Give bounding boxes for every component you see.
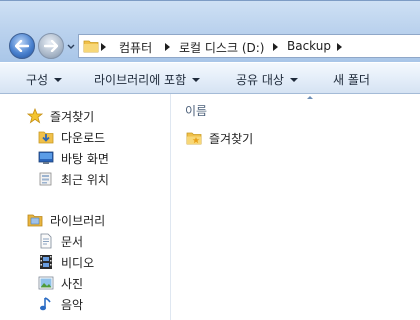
- nav-item-desktop[interactable]: 바탕 화면: [37, 148, 109, 168]
- nav-item-label: 바탕 화면: [61, 151, 109, 166]
- window-top-border: [0, 0, 420, 1]
- breadcrumb-local-disk[interactable]: 로컬 디스크 (D:): [179, 39, 264, 56]
- include-in-library-label: 라이브러리에 포함: [94, 73, 187, 87]
- window-chrome: 컴퓨터 로컬 디스크 (D:) Backup: [0, 0, 420, 62]
- nav-favorites-label: 즐겨찾기: [50, 109, 95, 124]
- libraries-folder-icon: [26, 211, 44, 229]
- nav-item-label: 문서: [61, 234, 84, 249]
- star-icon: [26, 107, 44, 125]
- chevron-down-icon: [192, 78, 201, 82]
- forward-arrow-icon: [44, 40, 58, 52]
- share-with-button[interactable]: 공유 대상: [236, 71, 298, 88]
- nav-libraries[interactable]: 라이브러리: [26, 210, 105, 230]
- sort-ascending-icon: [307, 96, 313, 99]
- nav-item-label: 음악: [61, 297, 84, 312]
- command-bar: 구성 라이브러리에 포함 공유 대상 새 폴더: [0, 62, 420, 94]
- downloads-folder-icon: [37, 128, 55, 146]
- navigation-pane: 즐겨찾기 다운로드 바탕 화면 최근 위치 라이브러리 문서 비디오 사진 음악: [0, 94, 170, 320]
- include-in-library-button[interactable]: 라이브러리에 포함: [94, 71, 201, 88]
- list-item[interactable]: 즐겨찾기: [185, 128, 253, 148]
- organize-label: 구성: [26, 73, 49, 87]
- recent-places-icon: [37, 170, 55, 188]
- breadcrumb-chevron-icon[interactable]: [101, 43, 106, 51]
- chevron-down-icon: [54, 78, 63, 82]
- nav-favorites[interactable]: 즐겨찾기: [26, 106, 94, 126]
- breadcrumb-chevron-icon[interactable]: [337, 43, 342, 51]
- recent-pages-dropdown-icon[interactable]: [66, 42, 76, 52]
- favorites-folder-icon: [185, 129, 203, 147]
- breadcrumb-backup[interactable]: Backup: [287, 39, 331, 53]
- forward-button[interactable]: [38, 33, 64, 59]
- nav-libraries-label: 라이브러리: [50, 213, 106, 228]
- back-button[interactable]: [9, 33, 35, 59]
- folder-icon: [83, 40, 99, 53]
- desktop-icon: [37, 149, 55, 167]
- nav-item-downloads[interactable]: 다운로드: [37, 127, 105, 147]
- breadcrumb-computer[interactable]: 컴퓨터: [119, 39, 152, 56]
- back-arrow-icon: [15, 40, 29, 52]
- nav-item-music[interactable]: 음악: [37, 294, 83, 314]
- nav-item-recent-places[interactable]: 최근 위치: [37, 169, 109, 189]
- music-icon: [37, 295, 55, 313]
- videos-icon: [37, 253, 55, 271]
- nav-item-pictures[interactable]: 사진: [37, 273, 83, 293]
- nav-item-videos[interactable]: 비디오: [37, 252, 94, 272]
- share-with-label: 공유 대상: [236, 73, 284, 87]
- chevron-down-icon: [289, 78, 298, 82]
- organize-menu-button[interactable]: 구성: [26, 71, 63, 88]
- breadcrumb-chevron-icon[interactable]: [165, 43, 170, 51]
- new-folder-button[interactable]: 새 폴더: [333, 71, 370, 88]
- pictures-icon: [37, 274, 55, 292]
- breadcrumb-chevron-icon[interactable]: [273, 43, 278, 51]
- nav-item-label: 최근 위치: [61, 172, 109, 187]
- documents-icon: [37, 232, 55, 250]
- nav-item-label: 비디오: [61, 255, 95, 270]
- nav-item-label: 다운로드: [61, 130, 106, 145]
- file-name: 즐겨찾기: [209, 131, 254, 146]
- nav-item-label: 사진: [61, 276, 84, 291]
- nav-item-documents[interactable]: 문서: [37, 231, 83, 251]
- address-bar[interactable]: 컴퓨터 로컬 디스크 (D:) Backup: [78, 34, 420, 58]
- file-list-pane: 이름 즐겨찾기: [171, 94, 420, 320]
- column-header-name[interactable]: 이름: [185, 102, 207, 119]
